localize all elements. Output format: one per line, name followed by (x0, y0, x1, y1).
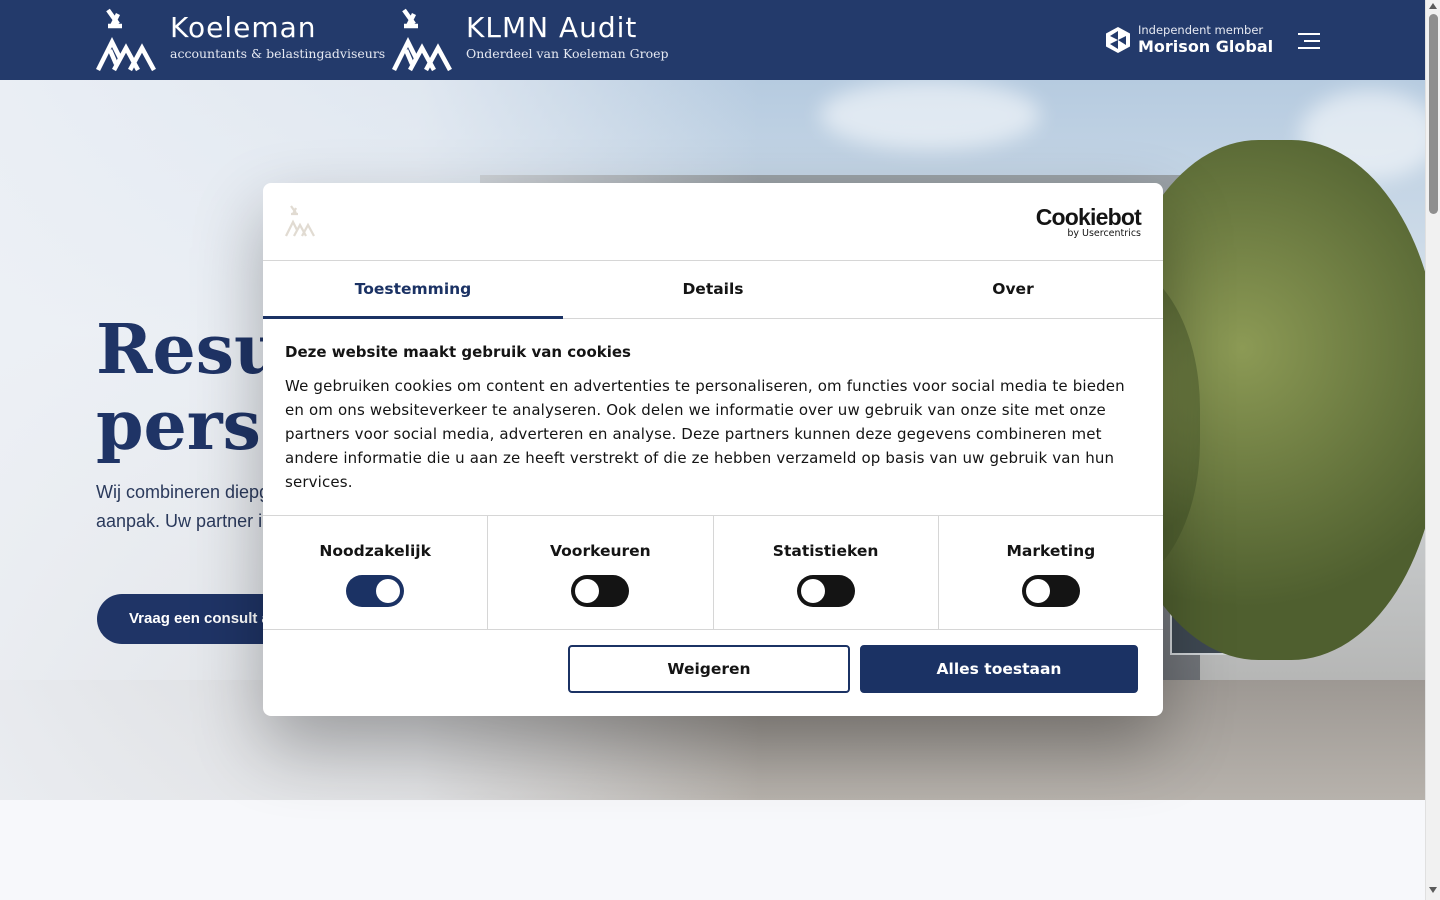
cookiebot-logo[interactable]: Cookiebot by Usercentrics (1036, 205, 1142, 239)
scroll-down-arrow-icon[interactable] (1429, 887, 1437, 893)
scroll-up-arrow-icon[interactable] (1429, 3, 1437, 9)
consent-tabs: Toestemming Details Over (263, 261, 1163, 319)
consent-categories: Noodzakelijk Voorkeuren Statistieken Mar… (263, 515, 1163, 630)
dialog-header: Cookiebot by Usercentrics (263, 183, 1163, 261)
consent-heading: Deze website maakt gebruik van cookies (285, 343, 631, 361)
category-label: Noodzakelijk (319, 542, 431, 560)
koeleman-logo-icon (285, 205, 315, 237)
consent-body: Deze website maakt gebruik van cookies W… (285, 343, 1135, 494)
page-scrollbar[interactable] (1425, 0, 1440, 900)
category-marketing: Marketing (939, 516, 1163, 629)
cookie-consent-dialog: Cookiebot by Usercentrics Toestemming De… (263, 183, 1163, 716)
tab-details[interactable]: Details (563, 261, 863, 318)
category-label: Marketing (1006, 542, 1096, 560)
scrollbar-thumb[interactable] (1429, 14, 1438, 214)
statistics-toggle[interactable] (796, 575, 855, 607)
category-necessary: Noodzakelijk (263, 516, 489, 629)
necessary-toggle[interactable] (346, 575, 405, 607)
category-statistics: Statistieken (714, 516, 939, 629)
preferences-toggle[interactable] (571, 575, 630, 607)
accept-all-button[interactable]: Alles toestaan (860, 645, 1138, 693)
tab-toestemming[interactable]: Toestemming (263, 261, 563, 319)
tab-over[interactable]: Over (863, 261, 1163, 318)
category-label: Voorkeuren (550, 542, 651, 560)
category-label: Statistieken (772, 542, 879, 560)
decline-button[interactable]: Weigeren (568, 645, 850, 693)
category-preferences: Voorkeuren (488, 516, 714, 629)
consent-description: We gebruiken cookies om content en adver… (285, 377, 1125, 491)
marketing-toggle[interactable] (1021, 575, 1080, 607)
